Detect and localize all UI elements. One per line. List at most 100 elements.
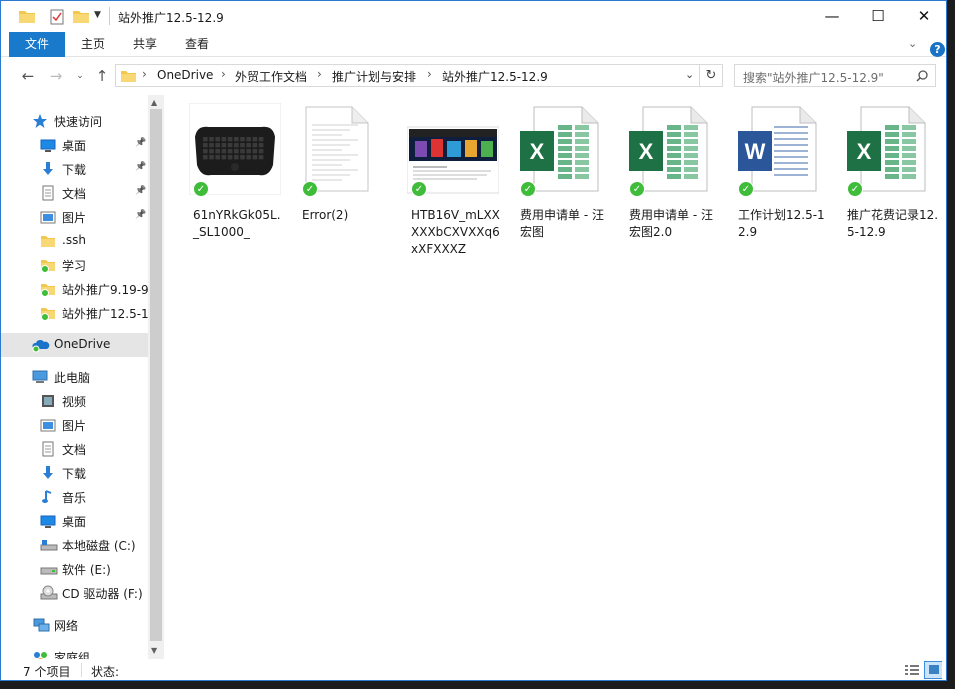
up-arrow-icon[interactable]: ↑: [91, 65, 113, 87]
file-item[interactable]: W ✓ 工作计划12.5-12.9: [724, 103, 830, 243]
svg-text:X: X: [857, 139, 872, 164]
nav-item[interactable]: 下载 📌: [1, 157, 148, 181]
music-icon: [40, 489, 56, 505]
pin-icon[interactable]: 📌: [135, 186, 146, 196]
breadcrumb-separator-icon[interactable]: ›: [221, 67, 226, 81]
nav-item[interactable]: .ssh: [1, 229, 148, 253]
nav-item-label: 下载: [62, 163, 87, 177]
title-divider: [109, 7, 110, 25]
details-view-icon[interactable]: [903, 661, 921, 679]
nav-item-label: 此电脑: [54, 371, 91, 385]
nav-item[interactable]: 学习: [1, 253, 148, 277]
recent-locations-chevron-icon[interactable]: ⌄: [69, 65, 91, 87]
picture-icon: [40, 417, 56, 433]
nav-item[interactable]: 文档: [1, 437, 148, 461]
breadcrumb-separator-icon[interactable]: ›: [142, 67, 147, 81]
file-name: Error(2): [302, 208, 349, 222]
nav-scrollbar[interactable]: ▲ ▼: [148, 95, 164, 659]
breadcrumb-onedrive[interactable]: OneDrive: [157, 68, 213, 82]
breadcrumb-separator-icon[interactable]: ›: [427, 67, 432, 81]
nav-item[interactable]: 本地磁盘 (C:): [1, 533, 148, 557]
refresh-icon[interactable]: ↻: [699, 64, 723, 87]
onedrive-icon: [32, 337, 50, 353]
help-button[interactable]: ?: [930, 42, 945, 57]
tab-share[interactable]: 共享: [125, 32, 165, 57]
nav-item-label: 学习: [62, 259, 87, 273]
file-name: 工作计划12.5-12.9: [738, 208, 825, 239]
address-row: ← → ⌄ ↑ › OneDrive › 外贸工作文档 › 推广计划与安排 › …: [1, 57, 946, 95]
star-icon: [32, 113, 48, 129]
properties-icon[interactable]: [49, 9, 65, 25]
tab-view[interactable]: 查看: [177, 32, 217, 57]
sync-status-check-icon: ✓: [411, 181, 427, 197]
nav-item-label: 快速访问: [54, 115, 103, 129]
nav-item-label: 站外推广9.19-9.: [62, 283, 148, 297]
quick-access-toolbar-dropdown-icon[interactable]: ▼: [94, 10, 101, 20]
desktop-icon: [40, 513, 56, 529]
file-item[interactable]: X ✓ 费用申请单 - 汪宏图2.0: [615, 103, 721, 243]
picture-icon: [40, 209, 56, 225]
search-icon[interactable]: [916, 70, 928, 82]
nav-item[interactable]: 文档 📌: [1, 181, 148, 205]
address-history-chevron-icon[interactable]: ⌄: [685, 68, 694, 81]
nav-item[interactable]: 家庭组: [1, 645, 148, 659]
nav-item[interactable]: 音乐: [1, 485, 148, 509]
maximize-button[interactable]: ☐: [855, 1, 901, 32]
folder-icon: [40, 233, 56, 249]
chevron-down-icon[interactable]: ⌄: [908, 37, 917, 50]
file-name: 费用申请单 - 汪宏图: [520, 208, 604, 239]
nav-item[interactable]: 桌面: [1, 509, 148, 533]
pin-icon[interactable]: 📌: [135, 210, 146, 220]
drive-icon: [40, 561, 58, 577]
nav-item[interactable]: 软件 (E:): [1, 557, 148, 581]
nav-item[interactable]: 站外推广12.5-12: [1, 301, 148, 325]
forward-arrow-icon[interactable]: →: [45, 65, 67, 87]
search-input[interactable]: 搜索"站外推广12.5-12.9": [734, 64, 936, 87]
nav-item-label: 家庭组: [54, 651, 91, 659]
breadcrumb-promo-plan[interactable]: 推广计划与安排: [332, 68, 416, 85]
pin-icon[interactable]: 📌: [135, 138, 146, 148]
nav-item[interactable]: 此电脑: [1, 365, 148, 389]
scroll-up-icon[interactable]: ▲: [151, 98, 157, 107]
close-button[interactable]: ✕: [901, 1, 946, 32]
breadcrumb-work-docs[interactable]: 外贸工作文档: [235, 68, 307, 85]
nav-item[interactable]: 站外推广9.19-9.: [1, 277, 148, 301]
pin-icon[interactable]: 📌: [135, 162, 146, 172]
tab-file[interactable]: 文件: [9, 32, 65, 57]
item-count: 7 个项目: [23, 665, 71, 679]
status-divider: [81, 663, 82, 677]
address-bar[interactable]: › OneDrive › 外贸工作文档 › 推广计划与安排 › 站外推广12.5…: [115, 64, 723, 87]
window-title: 站外推广12.5-12.9: [118, 11, 224, 25]
file-item[interactable]: X ✓ 费用申请单 - 汪宏图: [506, 103, 612, 243]
nav-item[interactable]: 桌面 📌: [1, 133, 148, 157]
file-item[interactable]: ✓ HTB16V_mLXXXXXbCXVXXq6xXFXXXZ: [397, 103, 503, 256]
scroll-down-icon[interactable]: ▼: [151, 646, 157, 655]
large-icons-view-icon[interactable]: [924, 661, 942, 679]
file-item[interactable]: ✓ 61nYRkGk05L._SL1000_: [179, 102, 285, 243]
status-bar: 7 个项目 状态:: [1, 659, 946, 680]
back-arrow-icon[interactable]: ←: [17, 65, 39, 87]
drive-c-icon: [40, 537, 58, 553]
sync-status-check-icon: ✓: [629, 181, 645, 197]
nav-item[interactable]: 快速访问: [1, 109, 148, 133]
breadcrumb-separator-icon[interactable]: ›: [317, 67, 322, 81]
nav-scroll-thumb[interactable]: [150, 109, 162, 641]
folder-synced-icon: [40, 257, 56, 273]
download-icon: [40, 465, 56, 481]
new-folder-icon[interactable]: [73, 9, 89, 23]
file-list: ✓ 61nYRkGk05L._SL1000_ ✓ Error(2) ✓ HTB16V_mL…: [164, 95, 946, 659]
nav-item[interactable]: 视频: [1, 389, 148, 413]
nav-item-label: OneDrive: [54, 337, 111, 351]
nav-item[interactable]: 图片 📌: [1, 205, 148, 229]
nav-item[interactable]: CD 驱动器 (F:): [1, 581, 148, 605]
breadcrumb-current-folder[interactable]: 站外推广12.5-12.9: [442, 68, 548, 85]
file-item[interactable]: ✓ Error(2): [288, 103, 394, 243]
file-item[interactable]: X ✓ 推广花费记录12.5-12.9: [833, 103, 939, 243]
minimize-button[interactable]: —: [809, 1, 855, 32]
nav-item[interactable]: OneDrive: [1, 333, 148, 357]
nav-item[interactable]: 下载: [1, 461, 148, 485]
nav-item[interactable]: 网络: [1, 613, 148, 637]
tab-home[interactable]: 主页: [73, 32, 113, 57]
nav-item[interactable]: 图片: [1, 413, 148, 437]
nav-item-label: 桌面: [62, 515, 87, 529]
